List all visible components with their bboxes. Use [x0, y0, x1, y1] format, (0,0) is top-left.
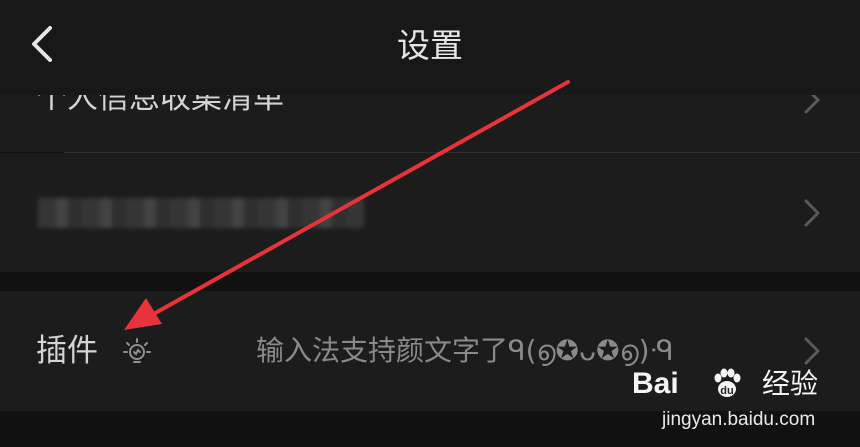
watermark-suffix: 经验: [762, 367, 819, 400]
svg-text:du: du: [720, 385, 733, 397]
settings-screen: 个人信息收集清单 设置 插件 输入法支持颜文字了ᑫ(൭✪ᴗ✪൭)ᑴ Bai du…: [0, 0, 860, 447]
paw-icon: du: [714, 368, 741, 397]
watermark-url: jingyan.baidu.com: [662, 409, 816, 430]
watermark-logo: Bai: [632, 367, 679, 400]
baidu-watermark: Bai du 经验 jingyan.baidu.com: [622, 358, 858, 444]
